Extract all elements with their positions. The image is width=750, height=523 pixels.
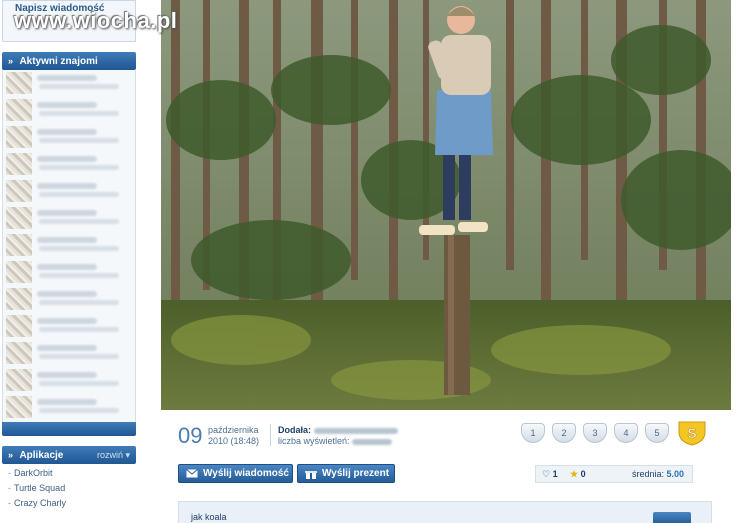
apps-list: - DarkOrbit - Turtle Squad - Crazy Charly (2, 466, 136, 511)
post-day: 09 (178, 423, 203, 448)
apps-header-label: Aplikacje (19, 450, 64, 461)
rate-3-button[interactable]: 3 (583, 423, 609, 445)
post-month: października (208, 425, 259, 435)
super-icon: ★ (570, 469, 579, 479)
gift-icon (305, 471, 317, 479)
avatar (6, 126, 32, 148)
avatar (6, 72, 32, 94)
heart-icon: ♡ (542, 469, 551, 479)
post-year-time: 2010 (18:48) (208, 436, 260, 446)
super-rating-button[interactable]: S (677, 420, 707, 446)
app-item[interactable]: - Crazy Charly (2, 496, 136, 511)
friend-item[interactable] (3, 313, 135, 340)
added-by: Dodała: (278, 425, 398, 435)
friend-item[interactable] (3, 394, 135, 421)
avatar (6, 261, 32, 283)
app-item[interactable]: - Turtle Squad (2, 481, 136, 496)
stats-bar: ♡ 1 ★ 0 średnia: 5.00 (535, 465, 693, 483)
shield-icon: 4 (614, 423, 638, 443)
avatar (6, 180, 32, 202)
avatar (6, 234, 32, 256)
avatar (6, 207, 32, 229)
double-chevron-icon: » (8, 450, 14, 460)
site-watermark: www.wiocha.pl (14, 8, 178, 33)
friend-item[interactable] (3, 367, 135, 394)
divider (270, 424, 271, 446)
super-shield-icon: S (678, 421, 706, 446)
shield-icon: 2 (552, 423, 576, 443)
friend-item[interactable] (3, 205, 135, 232)
expand-apps-link[interactable]: rozwiń ▾ (97, 446, 130, 464)
friends-footer (2, 422, 136, 436)
rate-4-button[interactable]: 4 (614, 423, 640, 445)
friend-item[interactable] (3, 232, 135, 259)
comment-text: jak koala (191, 512, 227, 522)
send-message-button[interactable]: Wyślij wiadomość (178, 464, 293, 483)
forest-photo-icon (161, 0, 731, 410)
avatar (6, 288, 32, 310)
favorite-count[interactable]: ★ 0 (570, 469, 586, 480)
shield-icon: 5 (645, 423, 669, 443)
rate-1-button[interactable]: 1 (521, 423, 547, 445)
svg-text:S: S (687, 425, 696, 441)
app-item[interactable]: - DarkOrbit (2, 466, 136, 481)
friend-item[interactable] (3, 286, 135, 313)
friends-header: » Aktywni znajomi (2, 52, 136, 70)
friends-header-label: Aktywni znajomi (19, 56, 98, 67)
double-chevron-icon: » (8, 56, 14, 66)
friend-item[interactable] (3, 178, 135, 205)
friend-item[interactable] (3, 340, 135, 367)
rate-5-button[interactable]: 5 (645, 423, 671, 445)
main-photo[interactable] (161, 0, 731, 410)
author-link[interactable] (313, 427, 398, 434)
average-rating: średnia: 5.00 (632, 469, 685, 479)
friend-item[interactable] (3, 97, 135, 124)
comment-item: jak koala (178, 501, 712, 523)
shield-icon: 1 (521, 423, 545, 443)
avatar (6, 342, 32, 364)
like-count[interactable]: ♡ 1 (542, 469, 558, 480)
envelope-icon (186, 469, 198, 478)
active-friends-list (2, 70, 136, 422)
avatar (6, 99, 32, 121)
friend-item[interactable] (3, 151, 135, 178)
friend-item[interactable] (3, 70, 135, 97)
apps-header: » Aplikacje rozwiń ▾ (2, 446, 136, 464)
friend-item[interactable] (3, 259, 135, 286)
send-gift-button[interactable]: Wyślij prezent (297, 464, 395, 483)
shield-icon: 3 (583, 423, 607, 443)
view-count: liczba wyświetleń: (278, 436, 393, 446)
avatar (6, 153, 32, 175)
sidebar: Napisz wiadomość » Aktywni znajomi » Apl… (0, 0, 138, 523)
avatar (6, 369, 32, 391)
page: Napisz wiadomość » Aktywni znajomi » Apl… (0, 0, 750, 523)
friend-item[interactable] (3, 124, 135, 151)
comment-action-button[interactable] (653, 512, 691, 523)
avatar (6, 396, 32, 418)
rate-2-button[interactable]: 2 (552, 423, 578, 445)
avatar (6, 315, 32, 337)
